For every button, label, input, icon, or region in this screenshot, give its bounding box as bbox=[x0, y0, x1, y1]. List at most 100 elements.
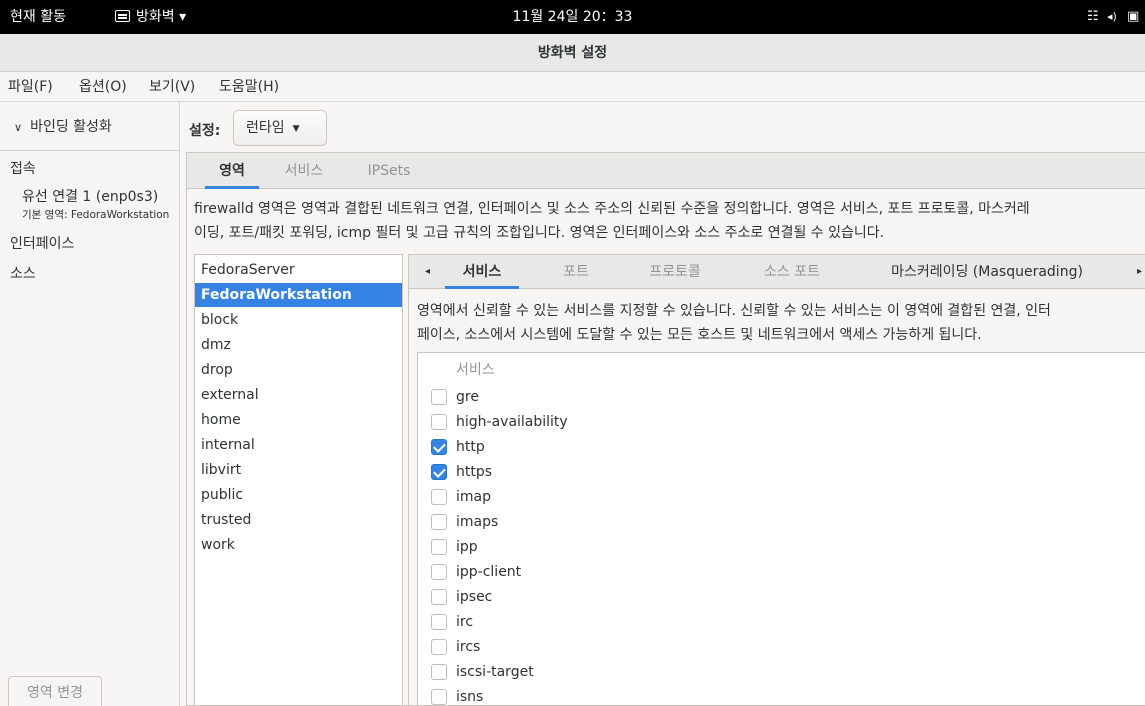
binding-toggle-label: 바인딩 활성화 bbox=[30, 119, 112, 135]
service-row-ircs[interactable]: ircs bbox=[418, 635, 1145, 660]
service-name: ipsec bbox=[456, 589, 493, 605]
zone-item-external[interactable]: external bbox=[195, 383, 402, 407]
service-checkbox-checked[interactable] bbox=[431, 464, 447, 480]
zone-item-home[interactable]: home bbox=[195, 408, 402, 432]
service-checkbox[interactable] bbox=[431, 489, 447, 505]
zone-item-libvirt[interactable]: libvirt bbox=[195, 458, 402, 482]
zone-description-line-2: 이딩, 포트/패킷 포워딩, icmp 필터 및 고급 규칙의 조합입니다. 영… bbox=[194, 225, 885, 241]
service-checkbox[interactable] bbox=[431, 539, 447, 555]
tab-zone-ports[interactable]: 포트 bbox=[549, 255, 603, 289]
menu-view[interactable]: 보기(V) bbox=[149, 72, 195, 102]
service-row-ipp[interactable]: ipp bbox=[418, 535, 1145, 560]
menu-options[interactable]: 옵션(O) bbox=[79, 72, 127, 102]
service-row-http[interactable]: http bbox=[418, 435, 1145, 460]
service-checkbox[interactable] bbox=[431, 664, 447, 680]
volume-icon: ◂) bbox=[1107, 10, 1117, 23]
chevron-down-icon: ∨ bbox=[14, 121, 23, 134]
services-description-line-2: 페이스, 소스에서 시스템에 도달할 수 있는 모든 호스트 및 네트워크에서 … bbox=[417, 327, 982, 343]
tab-zone-protocols[interactable]: 프로토콜 bbox=[637, 255, 713, 289]
change-zone-button[interactable]: 영역 변경 bbox=[8, 676, 102, 706]
connections-heading: 접속 bbox=[10, 161, 36, 177]
service-checkbox-checked[interactable] bbox=[431, 439, 447, 455]
service-row-imap[interactable]: imap bbox=[418, 485, 1145, 510]
zone-item-fedoraworkstation[interactable]: FedoraWorkstation bbox=[195, 283, 402, 307]
tab-zone-services[interactable]: 서비스 bbox=[445, 255, 519, 289]
interfaces-heading: 인터페이스 bbox=[10, 236, 75, 252]
zone-list[interactable]: FedoraServer FedoraWorkstation block dmz… bbox=[194, 254, 403, 706]
service-name: imaps bbox=[456, 514, 499, 530]
service-row-isns[interactable]: isns bbox=[418, 685, 1145, 705]
network-icon: ☷ bbox=[1087, 9, 1099, 24]
zone-item-trusted[interactable]: trusted bbox=[195, 508, 402, 532]
services-column-header[interactable]: 서비스 bbox=[456, 359, 495, 379]
main-tabbar: 영역 서비스 IPSets bbox=[187, 153, 1145, 189]
service-name: http bbox=[456, 439, 485, 455]
sidebar-divider bbox=[0, 150, 180, 151]
zone-item-drop[interactable]: drop bbox=[195, 358, 402, 382]
dropdown-arrow-icon: ▼ bbox=[292, 124, 300, 134]
zones-panel: 영역 서비스 IPSets firewalld 영역은 영역과 결합된 네트워크… bbox=[186, 152, 1145, 706]
zone-settings-tabbar: ◂ 서비스 포트 프로토콜 소스 포트 마스커레이딩 (Masquerading… bbox=[409, 255, 1145, 289]
main-area: 설정: 런타임 ▼ 영역 서비스 IPSets firewalld 영역은 영역과… bbox=[181, 102, 1145, 706]
service-checkbox[interactable] bbox=[431, 614, 447, 630]
binding-toggle[interactable]: ∨ 바인딩 활성화 bbox=[14, 116, 112, 136]
zone-settings-panel: ◂ 서비스 포트 프로토콜 소스 포트 마스커레이딩 (Masquerading… bbox=[408, 254, 1145, 706]
service-row-https[interactable]: https bbox=[418, 460, 1145, 485]
gnome-top-bar: 현재 활동 방화벽 ▾ 11월 24일 20：33 ☷ ◂) ▣ bbox=[0, 0, 1145, 34]
service-name: high-availability bbox=[456, 414, 568, 430]
services-list[interactable]: 서비스 gre high-availability http https ima… bbox=[417, 352, 1145, 706]
config-select[interactable]: 런타임 ▼ bbox=[233, 110, 327, 146]
service-name: iscsi-target bbox=[456, 664, 534, 680]
tab-zone-source-ports[interactable]: 소스 포트 bbox=[749, 255, 835, 289]
zone-item-dmz[interactable]: dmz bbox=[195, 333, 402, 357]
zone-description-line-1: firewalld 영역은 영역과 결합된 네트워크 연결, 인터페이스 및 소… bbox=[194, 201, 1030, 217]
tab-scroll-right-icon[interactable]: ▸ bbox=[1137, 255, 1142, 289]
service-row-gre[interactable]: gre bbox=[418, 385, 1145, 410]
window-title: 방화벽 설정 bbox=[537, 45, 608, 61]
services-description-line-1: 영역에서 신뢰할 수 있는 서비스를 지정할 수 있습니다. 신뢰할 수 있는 … bbox=[417, 303, 1051, 319]
sources-heading: 소스 bbox=[10, 266, 36, 282]
services-description: 영역에서 신뢰할 수 있는 서비스를 지정할 수 있습니다. 신뢰할 수 있는 … bbox=[417, 299, 1145, 347]
service-checkbox[interactable] bbox=[431, 414, 447, 430]
service-checkbox[interactable] bbox=[431, 514, 447, 530]
tab-scroll-left-icon[interactable]: ◂ bbox=[425, 255, 430, 289]
zone-item-fedoraserver[interactable]: FedoraServer bbox=[195, 258, 402, 282]
service-name: https bbox=[456, 464, 493, 480]
service-checkbox[interactable] bbox=[431, 689, 447, 705]
zone-description: firewalld 영역은 영역과 결합된 네트워크 연결, 인터페이스 및 소… bbox=[194, 197, 1144, 245]
service-checkbox[interactable] bbox=[431, 389, 447, 405]
tab-zone-masquerading[interactable]: 마스커레이딩 (Masquerading) bbox=[855, 255, 1119, 289]
connection-item[interactable]: 유선 연결 1 (enp0s3) bbox=[22, 186, 158, 206]
tab-zones[interactable]: 영역 bbox=[205, 153, 259, 189]
service-name: ipp bbox=[456, 539, 478, 555]
zone-item-public[interactable]: public bbox=[195, 483, 402, 507]
zone-item-block[interactable]: block bbox=[195, 308, 402, 332]
config-label: 설정: bbox=[189, 123, 221, 139]
connection-default-zone: 기본 영역: FedoraWorkstation bbox=[22, 209, 170, 221]
service-checkbox[interactable] bbox=[431, 639, 447, 655]
service-name: isns bbox=[456, 689, 484, 705]
service-row-ipsec[interactable]: ipsec bbox=[418, 585, 1145, 610]
tab-ipsets[interactable]: IPSets bbox=[359, 153, 419, 189]
window-titlebar: 방화벽 설정 bbox=[0, 34, 1145, 72]
service-name: imap bbox=[456, 489, 491, 505]
service-checkbox[interactable] bbox=[431, 564, 447, 580]
service-name: irc bbox=[456, 614, 474, 630]
menubar: 파일(F) 옵션(O) 보기(V) 도움말(H) bbox=[0, 72, 1145, 102]
tab-services[interactable]: 서비스 bbox=[277, 153, 331, 189]
service-row-ipp-client[interactable]: ipp-client bbox=[418, 560, 1145, 585]
service-name: ipp-client bbox=[456, 564, 522, 580]
service-name: ircs bbox=[456, 639, 481, 655]
menu-help[interactable]: 도움말(H) bbox=[219, 72, 279, 102]
zone-item-internal[interactable]: internal bbox=[195, 433, 402, 457]
menu-file[interactable]: 파일(F) bbox=[8, 72, 53, 102]
service-checkbox[interactable] bbox=[431, 589, 447, 605]
service-row-imaps[interactable]: imaps bbox=[418, 510, 1145, 535]
zone-item-work[interactable]: work bbox=[195, 533, 402, 557]
service-row-irc[interactable]: irc bbox=[418, 610, 1145, 635]
system-tray[interactable]: ☷ ◂) ▣ bbox=[1085, 0, 1145, 34]
clock[interactable]: 11월 24일 20：33 bbox=[0, 0, 1145, 34]
service-name: gre bbox=[456, 389, 479, 405]
service-row-high-availability[interactable]: high-availability bbox=[418, 410, 1145, 435]
service-row-iscsi-target[interactable]: iscsi-target bbox=[418, 660, 1145, 685]
